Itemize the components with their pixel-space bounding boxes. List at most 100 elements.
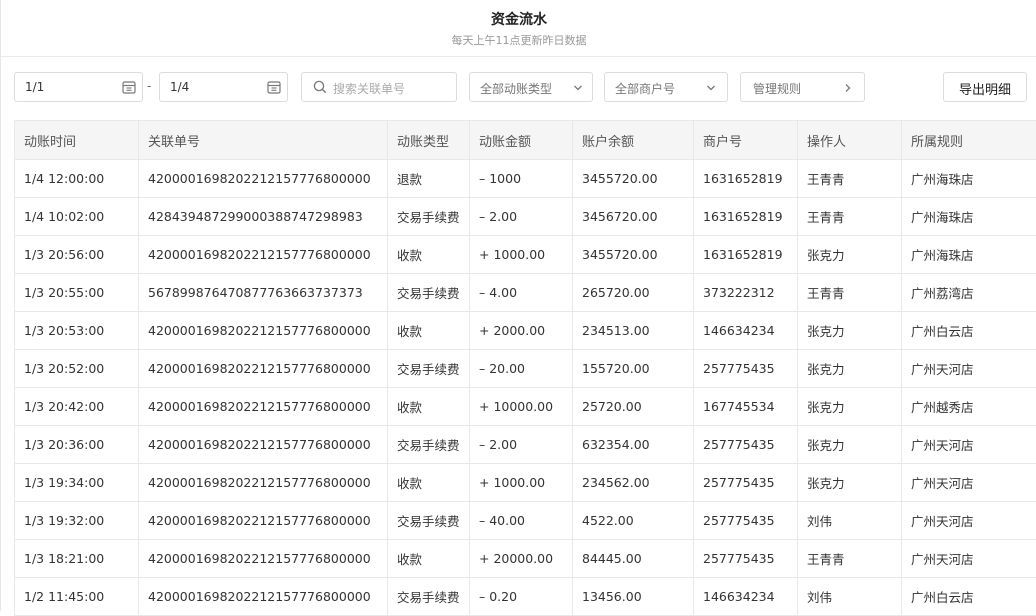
date-separator: - bbox=[147, 79, 151, 93]
cell-type: 收款 bbox=[388, 312, 470, 350]
cell-operator: 王青青 bbox=[798, 540, 902, 578]
cell-order-no: 4200001698202212157776800000 bbox=[139, 388, 388, 426]
column-header-type[interactable]: 动账类型 bbox=[388, 121, 470, 160]
cell-balance: 632354.00 bbox=[573, 426, 694, 464]
manage-rules-label: 管理规则 bbox=[753, 80, 801, 97]
cell-balance: 234513.00 bbox=[573, 312, 694, 350]
start-date-picker[interactable]: 1/1 bbox=[14, 72, 143, 102]
cell-operator: 张克力 bbox=[798, 388, 902, 426]
cell-merchant: 167745534 bbox=[694, 388, 798, 426]
cell-rule: 广州天河店 bbox=[902, 540, 1036, 578]
cell-amount: + 2000.00 bbox=[470, 312, 573, 350]
cell-amount: + 1000.00 bbox=[470, 236, 573, 274]
cell-order-no: 4200001698202212157776800000 bbox=[139, 464, 388, 502]
order-search-input[interactable]: 搜索关联单号 bbox=[301, 72, 457, 102]
merchant-select[interactable]: 全部商户号 bbox=[604, 72, 728, 102]
cell-merchant: 146634234 bbox=[694, 578, 798, 616]
cell-rule: 广州越秀店 bbox=[902, 388, 1036, 426]
funds-flow-page: 资金流水 每天上午11点更新昨日数据 1/1 - 1/4 bbox=[0, 0, 1036, 611]
cell-operator: 刘伟 bbox=[798, 502, 902, 540]
cell-time: 1/3 18:21:00 bbox=[15, 540, 139, 578]
cell-time: 1/3 20:55:00 bbox=[15, 274, 139, 312]
cell-balance: 13456.00 bbox=[573, 578, 694, 616]
column-header-order-no[interactable]: 关联单号 bbox=[139, 121, 388, 160]
cell-type: 交易手续费 bbox=[388, 502, 470, 540]
cell-type: 交易手续费 bbox=[388, 198, 470, 236]
table-header-row: 动账时间 关联单号 动账类型 动账金额 账户余额 商户号 操作人 所属规则 bbox=[15, 121, 1036, 160]
table-row[interactable]: 1/3 20:56:004200001698202212157776800000… bbox=[15, 236, 1036, 274]
column-header-rule[interactable]: 所属规则 bbox=[902, 121, 1036, 160]
cell-balance: 3455720.00 bbox=[573, 236, 694, 274]
cell-amount: – 20.00 bbox=[470, 350, 573, 388]
page-subtitle: 每天上午11点更新昨日数据 bbox=[1, 32, 1036, 48]
export-label: 导出明细 bbox=[944, 79, 1026, 98]
table-row[interactable]: 1/3 19:32:004200001698202212157776800000… bbox=[15, 502, 1036, 540]
cell-order-no: 4200001698202212157776800000 bbox=[139, 236, 388, 274]
table-row[interactable]: 1/3 18:21:004200001698202212157776800000… bbox=[15, 540, 1036, 578]
cell-balance: 3455720.00 bbox=[573, 160, 694, 198]
table-row[interactable]: 1/4 12:00:004200001698202212157776800000… bbox=[15, 160, 1036, 198]
cell-balance: 84445.00 bbox=[573, 540, 694, 578]
cell-amount: – 4.00 bbox=[470, 274, 573, 312]
cell-order-no: 4200001698202212157776800000 bbox=[139, 350, 388, 388]
cell-operator: 王青青 bbox=[798, 198, 902, 236]
cell-time: 1/3 20:42:00 bbox=[15, 388, 139, 426]
table-row[interactable]: 1/3 20:55:00567899876470877763663737373交… bbox=[15, 274, 1036, 312]
table-row[interactable]: 1/3 20:52:004200001698202212157776800000… bbox=[15, 350, 1036, 388]
cell-operator: 王青青 bbox=[798, 274, 902, 312]
column-header-balance[interactable]: 账户余额 bbox=[573, 121, 694, 160]
merchant-value: 全部商户号 bbox=[615, 80, 675, 97]
column-header-time[interactable]: 动账时间 bbox=[15, 121, 139, 160]
cell-balance: 155720.00 bbox=[573, 350, 694, 388]
cell-balance: 3456720.00 bbox=[573, 198, 694, 236]
cell-merchant: 257775435 bbox=[694, 540, 798, 578]
search-icon bbox=[312, 79, 328, 95]
cell-order-no: 4200001698202212157776800000 bbox=[139, 578, 388, 616]
column-header-merchant[interactable]: 商户号 bbox=[694, 121, 798, 160]
manage-rules-button[interactable]: 管理规则 bbox=[740, 72, 865, 102]
chevron-right-icon bbox=[840, 80, 856, 96]
cell-rule: 广州天河店 bbox=[902, 464, 1036, 502]
cell-order-no: 4200001698202212157776800000 bbox=[139, 312, 388, 350]
cell-order-no: 567899876470877763663737373 bbox=[139, 274, 388, 312]
cell-rule: 广州海珠店 bbox=[902, 160, 1036, 198]
column-header-amount[interactable]: 动账金额 bbox=[470, 121, 573, 160]
cell-merchant: 257775435 bbox=[694, 464, 798, 502]
table-row[interactable]: 1/2 11:45:004200001698202212157776800000… bbox=[15, 578, 1036, 616]
column-header-operator[interactable]: 操作人 bbox=[798, 121, 902, 160]
transaction-type-value: 全部动账类型 bbox=[480, 80, 552, 97]
chevron-down-icon bbox=[570, 80, 586, 96]
export-button[interactable]: 导出明细 bbox=[943, 72, 1027, 102]
cell-time: 1/2 11:45:00 bbox=[15, 578, 139, 616]
cell-rule: 广州天河店 bbox=[902, 350, 1036, 388]
transaction-type-select[interactable]: 全部动账类型 bbox=[469, 72, 593, 102]
end-date-picker[interactable]: 1/4 bbox=[159, 72, 288, 102]
filter-toolbar: 1/1 - 1/4 搜索关联单号 bbox=[1, 57, 1036, 117]
cell-time: 1/3 20:52:00 bbox=[15, 350, 139, 388]
cell-amount: – 2.00 bbox=[470, 198, 573, 236]
cell-operator: 张克力 bbox=[798, 426, 902, 464]
cell-time: 1/4 12:00:00 bbox=[15, 160, 139, 198]
table-row[interactable]: 1/3 20:36:004200001698202212157776800000… bbox=[15, 426, 1036, 464]
cell-amount: – 40.00 bbox=[470, 502, 573, 540]
cell-operator: 张克力 bbox=[798, 350, 902, 388]
cell-time: 1/3 19:32:00 bbox=[15, 502, 139, 540]
cell-time: 1/3 20:53:00 bbox=[15, 312, 139, 350]
cell-rule: 广州白云店 bbox=[902, 578, 1036, 616]
cell-amount: – 2.00 bbox=[470, 426, 573, 464]
cell-order-no: 4200001698202212157776800000 bbox=[139, 426, 388, 464]
cell-amount: + 1000.00 bbox=[470, 464, 573, 502]
table-row[interactable]: 1/3 20:42:004200001698202212157776800000… bbox=[15, 388, 1036, 426]
chevron-down-icon bbox=[703, 80, 719, 96]
cell-balance: 234562.00 bbox=[573, 464, 694, 502]
table-row[interactable]: 1/4 10:02:00428439487299000388747298983交… bbox=[15, 198, 1036, 236]
table-row[interactable]: 1/3 19:34:004200001698202212157776800000… bbox=[15, 464, 1036, 502]
cell-type: 收款 bbox=[388, 464, 470, 502]
cell-balance: 4522.00 bbox=[573, 502, 694, 540]
cell-time: 1/3 20:56:00 bbox=[15, 236, 139, 274]
cell-balance: 25720.00 bbox=[573, 388, 694, 426]
table-row[interactable]: 1/3 20:53:004200001698202212157776800000… bbox=[15, 312, 1036, 350]
page-header: 资金流水 每天上午11点更新昨日数据 bbox=[1, 0, 1036, 57]
cell-rule: 广州天河店 bbox=[902, 426, 1036, 464]
cell-operator: 张克力 bbox=[798, 464, 902, 502]
